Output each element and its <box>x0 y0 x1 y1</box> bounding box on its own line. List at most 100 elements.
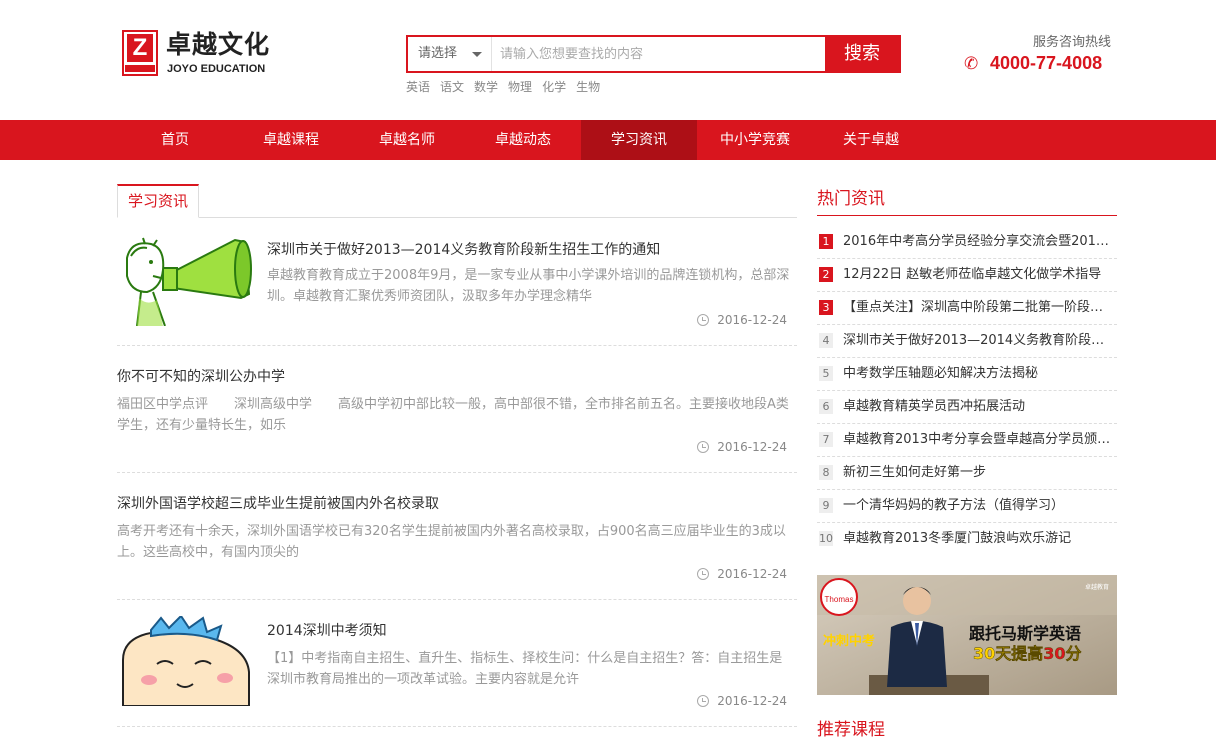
article-title[interactable]: 你不可不知的深圳公办中学 <box>117 367 285 387</box>
hot-news-link[interactable]: 中考数学压轴题必知解决方法揭秘 <box>843 358 1115 390</box>
clock-icon <box>697 568 710 580</box>
banner-subline: 30天提高30分 <box>973 644 1082 663</box>
nav-item-courses[interactable]: 卓越课程 <box>233 120 349 160</box>
banner-sub-suffix: 分 <box>1066 644 1082 663</box>
hot-news-item[interactable]: 1 2016年中考高分学员经验分享交流会暨2017届中考冲刺动员大会 <box>817 226 1117 259</box>
megaphone-thumbnail <box>117 236 257 326</box>
logo-mark: Z <box>122 30 158 76</box>
site-logo[interactable]: Z 卓越文化 JOYO EDUCATION <box>122 30 277 78</box>
search-keywords: 英语 语文 数学 物理 化学 生物 <box>406 78 600 96</box>
article-date: 2016-12-24 <box>697 439 787 455</box>
keyword-link[interactable]: 数学 <box>474 78 498 96</box>
article-date: 2016-12-24 <box>697 693 787 709</box>
logo-bar <box>125 65 155 72</box>
main-nav: 首页 卓越课程 卓越名师 卓越动态 学习资讯 中小学竞赛 关于卓越 <box>0 120 1216 160</box>
clock-icon <box>697 314 710 326</box>
chevron-down-icon <box>472 52 482 57</box>
article-date: 2016-12-24 <box>697 312 787 328</box>
rank-badge: 8 <box>819 465 833 480</box>
keyword-link[interactable]: 物理 <box>508 78 532 96</box>
rank-badge: 7 <box>819 432 833 447</box>
tab-study-info[interactable]: 学习资讯 <box>117 184 200 218</box>
english-course-banner[interactable]: Thomas 冲刺中考 卓越教育 跟托马斯学英语 30天提高30分 <box>817 575 1117 695</box>
article-title[interactable]: 深圳市关于做好2013—2014义务教育阶段新生招生工作的通知 <box>267 240 660 260</box>
hot-news-item[interactable]: 3 【重点关注】深圳高中阶段第二批第一阶段录取分数线公布 <box>817 292 1117 325</box>
section-tabbar: 学习资讯 <box>117 184 797 218</box>
article-desc: 高考开考还有十余天，深圳外国语学校已有320名学生提前被国内外著名高校录取，占9… <box>117 524 786 560</box>
article-desc: 卓越教育教育成立于2008年9月，是一家专业从事中小学课外培训的品牌连锁机构，总… <box>267 268 790 304</box>
keyword-link[interactable]: 化学 <box>542 78 566 96</box>
hot-news-link[interactable]: 12月22日 赵敏老师莅临卓越文化做学术指导 <box>843 259 1115 291</box>
hot-news-link[interactable]: 2016年中考高分学员经验分享交流会暨2017届中考冲刺动员大会 <box>843 226 1115 258</box>
cartoon-face-thumbnail <box>117 616 257 706</box>
phone-icon: ✆ <box>964 54 979 74</box>
article-date-text: 2016-12-24 <box>717 567 787 581</box>
article-date-text: 2016-12-24 <box>717 440 787 454</box>
hot-news-link[interactable]: 卓越教育2013冬季厦门鼓浪屿欢乐游记 <box>843 523 1115 555</box>
page: Z 卓越文化 JOYO EDUCATION 请选择 搜索 英语 语文 数学 物理… <box>0 0 1216 743</box>
article-desc: 【1】中考指南自主招生、直升生、指标生、择校生问：什么是自主招生？答：自主招生是… <box>267 651 783 687</box>
banner-headline: 跟托马斯学英语 <box>969 624 1081 643</box>
article-desc: 福田区中学点评 深圳高级中学 高级中学初中部比较一般，高中部很不错，全市排名前五… <box>117 397 789 433</box>
clock-icon <box>697 695 710 707</box>
hot-news-item[interactable]: 6 卓越教育精英学员西冲拓展活动 <box>817 391 1117 424</box>
hot-news-title: 热门资讯 <box>817 184 1117 216</box>
logo-name-cn: 卓越文化 <box>166 30 271 59</box>
banner-badge: Thomas <box>825 595 854 604</box>
hot-news-item[interactable]: 4 深圳市关于做好2013—2014义务教育阶段新生招生工作的通知 <box>817 325 1117 358</box>
hot-news-link[interactable]: 【重点关注】深圳高中阶段第二批第一阶段录取分数线公布 <box>843 292 1115 324</box>
banner-sub-prefix: 30天提高 <box>973 644 1043 663</box>
hotline-number[interactable]: 4000-77-4008 <box>990 52 1102 74</box>
search-bar: 请选择 搜索 <box>406 35 901 73</box>
hot-news-item[interactable]: 8 新初三生如何走好第一步 <box>817 457 1117 490</box>
hot-news-link[interactable]: 卓越教育精英学员西冲拓展活动 <box>843 391 1115 423</box>
recommend-courses-title: 推荐课程 <box>817 715 1117 743</box>
hot-news-link[interactable]: 一个清华妈妈的教子方法（值得学习） <box>843 490 1115 522</box>
article-item[interactable]: 深圳市关于做好2013—2014义务教育阶段新生招生工作的通知 卓越教育教育成立… <box>117 236 797 346</box>
search-button[interactable]: 搜索 <box>825 37 899 71</box>
logo-letter: Z <box>127 34 153 62</box>
article-date-text: 2016-12-24 <box>717 313 787 327</box>
article-title[interactable]: 2014深圳中考须知 <box>267 621 387 641</box>
rank-badge: 1 <box>819 234 833 249</box>
hot-news-item[interactable]: 10 卓越教育2013冬季厦门鼓浪屿欢乐游记 <box>817 523 1117 556</box>
rank-badge: 5 <box>819 366 833 381</box>
clock-icon <box>697 441 710 453</box>
search-input[interactable] <box>500 37 820 71</box>
hot-news-link[interactable]: 卓越教育2013中考分享会暨卓越高分学员颁奖典礼 <box>843 424 1115 456</box>
article-date-text: 2016-12-24 <box>717 694 787 708</box>
keyword-link[interactable]: 生物 <box>576 78 600 96</box>
hot-news-item[interactable]: 5 中考数学压轴题必知解决方法揭秘 <box>817 358 1117 391</box>
hot-news-item[interactable]: 7 卓越教育2013中考分享会暨卓越高分学员颁奖典礼 <box>817 424 1117 457</box>
hotline-label: 服务咨询热线 <box>1033 35 1112 50</box>
article-item[interactable]: 2014深圳中考须知 【1】中考指南自主招生、直升生、指标生、择校生问：什么是自… <box>117 600 797 727</box>
banner-sub-highlight: 30 <box>1043 644 1065 663</box>
rank-badge: 2 <box>819 267 833 282</box>
banner-left-text: 冲刺中考 <box>823 633 875 649</box>
nav-item-competition[interactable]: 中小学竞赛 <box>697 120 813 160</box>
nav-item-news[interactable]: 卓越动态 <box>465 120 581 160</box>
rank-badge: 6 <box>819 399 833 414</box>
hot-news-item[interactable]: 2 12月22日 赵敏老师莅临卓越文化做学术指导 <box>817 259 1117 292</box>
rank-badge: 4 <box>819 333 833 348</box>
search-category-select[interactable]: 请选择 <box>408 37 492 71</box>
article-title[interactable]: 深圳外国语学校超三成毕业生提前被国内外名校录取 <box>117 494 439 514</box>
article-item[interactable]: 深圳外国语学校超三成毕业生提前被国内外名校录取 高考开考还有十余天，深圳外国语学… <box>117 473 797 600</box>
nav-item-about[interactable]: 关于卓越 <box>813 120 929 160</box>
keyword-link[interactable]: 语文 <box>440 78 464 96</box>
article-item[interactable]: 你不可不知的深圳公办中学 福田区中学点评 深圳高级中学 高级中学初中部比较一般，… <box>117 346 797 473</box>
rank-badge: 3 <box>819 300 833 315</box>
search-category-label: 请选择 <box>418 46 458 61</box>
nav-item-home[interactable]: 首页 <box>117 120 233 160</box>
logo-name-en: JOYO EDUCATION <box>167 63 266 75</box>
banner-brand: 卓越教育 <box>1085 583 1109 591</box>
nav-item-teachers[interactable]: 卓越名师 <box>349 120 465 160</box>
hot-news-link[interactable]: 深圳市关于做好2013—2014义务教育阶段新生招生工作的通知 <box>843 325 1115 357</box>
keyword-link[interactable]: 英语 <box>406 78 430 96</box>
hot-news-link[interactable]: 新初三生如何走好第一步 <box>843 457 1115 489</box>
rank-badge: 10 <box>819 531 833 546</box>
hot-news-item[interactable]: 9 一个清华妈妈的教子方法（值得学习） <box>817 490 1117 523</box>
article-date: 2016-12-24 <box>697 566 787 582</box>
nav-item-study-info[interactable]: 学习资讯 <box>581 120 697 160</box>
rank-badge: 9 <box>819 498 833 513</box>
